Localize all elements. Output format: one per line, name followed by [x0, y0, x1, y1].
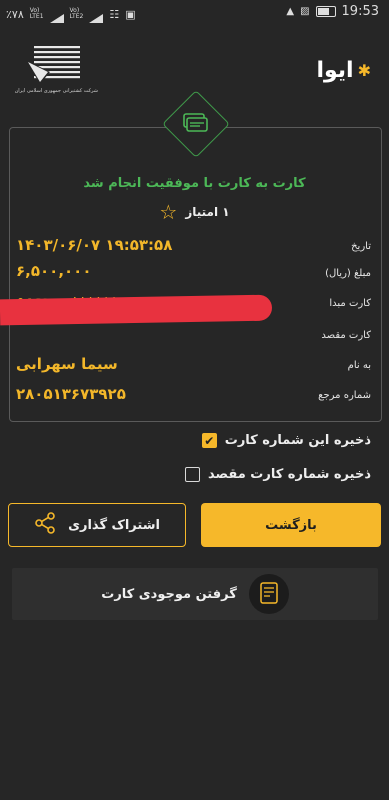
save-dest-checkbox[interactable]: [185, 467, 201, 482]
signal-icon: [89, 5, 104, 23]
app-logo-text: ایوا: [316, 58, 354, 83]
save-card-option[interactable]: ذخیره این شماره کارت ✔: [201, 433, 371, 448]
row-value-amount: ۶,۵۰۰,۰۰۰: [16, 262, 92, 280]
score: ۱ امتیاز ☆: [0, 200, 389, 224]
image-icon: ▨: [300, 6, 310, 17]
share-icon: [34, 512, 56, 538]
status-left: ٪۷۸ Vo) LTE1 Vo) LTE2 ☷ ▣: [6, 5, 136, 23]
redaction-mark: [0, 294, 273, 326]
lte1-icon: Vo) LTE1: [29, 7, 44, 20]
receipt-icon: [248, 574, 289, 614]
notification-icon: ▲: [286, 6, 295, 17]
save-card-label: ذخیره این شماره کارت: [224, 433, 371, 448]
wifi-icon: ☷: [109, 7, 120, 21]
row-label-source-card: کارت مبدا: [329, 298, 371, 309]
score-label: ۱ امتیاز: [185, 205, 230, 219]
lte2-icon: Vo) LTE2: [69, 7, 84, 20]
sim-icon: ▣: [125, 7, 136, 21]
money-icon: [180, 108, 210, 138]
row-label-name: به نام: [347, 360, 371, 371]
save-dest-option[interactable]: ذخیره شماره کارت مقصد: [185, 467, 371, 482]
card-balance-button[interactable]: گرفتن موجودی کارت: [12, 568, 378, 620]
row-label-date: تاریخ: [351, 241, 371, 252]
row-value-reference: ۲۸۰۵۱۳۶۷۳۹۲۵: [16, 385, 126, 403]
share-button[interactable]: اشتراک گذاری: [8, 503, 186, 547]
clock: 19:53: [341, 4, 379, 19]
status-bar: ٪۷۸ Vo) LTE1 Vo) LTE2 ☷ ▣ ▲ ▨ 19:53: [0, 0, 389, 24]
save-dest-label: ذخیره شماره کارت مقصد: [208, 467, 371, 482]
signal-icon: [49, 5, 64, 23]
row-value-date: ۱۴۰۳/۰۶/۰۷ ۱۹:۵۳:۵۸: [16, 236, 173, 254]
irisl-logo: شرکت کشتیرانی جمهوری اسلامی ایران: [15, 42, 98, 112]
back-button[interactable]: بازگشت: [201, 503, 381, 547]
app-logo: ایوا ✱: [316, 58, 371, 83]
row-label-amount: مبلغ (ریال): [325, 268, 371, 279]
status-right: ▲ ▨ 19:53: [286, 4, 379, 19]
org-caption: شرکت کشتیرانی جمهوری اسلامی ایران: [14, 88, 98, 94]
star-icon: ✱: [357, 61, 371, 80]
save-card-checkbox[interactable]: ✔: [201, 433, 217, 448]
row-label-reference: شماره مرجع: [318, 390, 371, 401]
card-balance-label: گرفتن موجودی کارت: [101, 586, 237, 602]
row-label-dest-card: کارت مقصد: [321, 330, 371, 341]
row-value-name: سیما سهرابی: [16, 355, 118, 373]
star-outline-icon: ☆: [159, 200, 178, 224]
success-title: کارت به کارت با موفقیت انجام شد: [83, 176, 306, 191]
back-label: بازگشت: [265, 517, 317, 533]
status-percent: ٪۷۸: [6, 7, 24, 21]
battery-icon: [315, 6, 336, 17]
share-label: اشتراک گذاری: [68, 517, 160, 533]
